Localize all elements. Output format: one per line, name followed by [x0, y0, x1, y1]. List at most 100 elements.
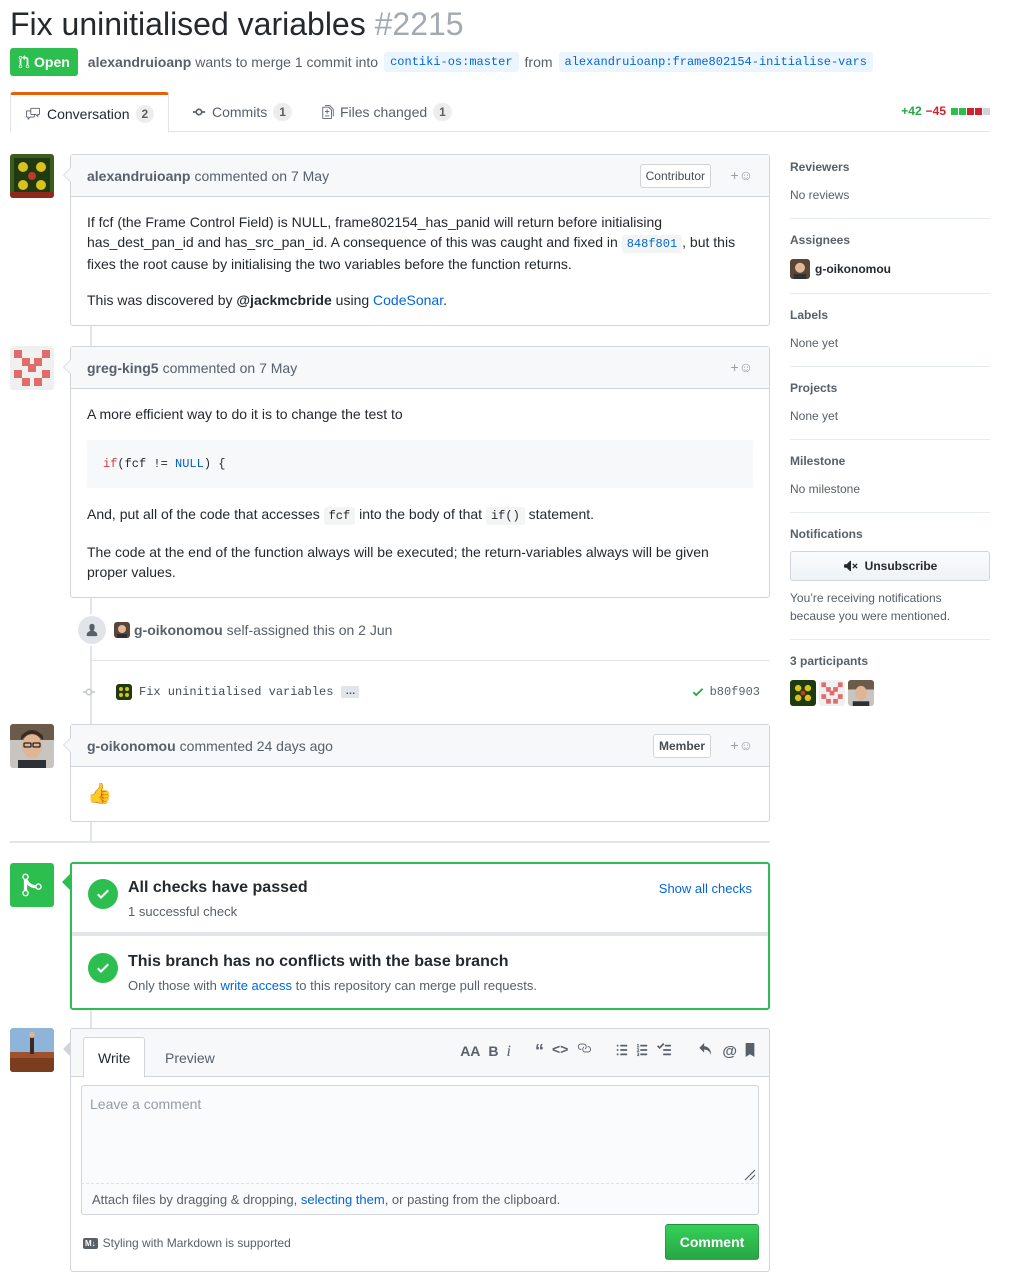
commit-sha[interactable]: b80f903	[710, 685, 760, 699]
user-mention[interactable]: @jackmcbride	[236, 292, 331, 308]
ordered-list-icon[interactable]	[636, 1043, 648, 1060]
bookmark-icon[interactable]	[745, 1043, 755, 1060]
comment-1: alexandruioanp commented on 7 May Contri…	[63, 154, 770, 326]
avatar-g-oikonomou-small[interactable]	[114, 622, 130, 638]
labels-heading[interactable]: Labels	[790, 308, 990, 322]
from-text: from	[524, 54, 553, 70]
attach-text: Attach files by dragging & dropping,	[92, 1191, 298, 1207]
milestone-heading[interactable]: Milestone	[790, 454, 990, 468]
mention-icon[interactable]: @	[722, 1043, 737, 1060]
pull-request-icon	[18, 55, 30, 69]
avatar-alexandruioanp[interactable]	[10, 154, 54, 198]
tab-write[interactable]: Write	[83, 1037, 146, 1078]
reviewers-heading[interactable]: Reviewers	[790, 160, 990, 174]
show-all-checks-link[interactable]: Show all checks	[659, 881, 752, 896]
text-size-icon[interactable]: AA	[460, 1043, 480, 1061]
write-access-link[interactable]: write access	[221, 978, 293, 993]
select-files-link[interactable]: selecting them	[301, 1192, 385, 1207]
tab-preview[interactable]: Preview	[151, 1037, 229, 1078]
comment-textarea[interactable]: Leave a comment	[81, 1085, 759, 1183]
participant-avatar[interactable]	[819, 680, 845, 706]
assign-event: g-oikonomou self-assigned this on 2 Jun	[76, 614, 392, 646]
timeline-rail	[90, 822, 92, 842]
pr-title: Fix uninitialised variables #2215	[10, 4, 464, 44]
add-reaction-icon[interactable]: +☺	[731, 737, 753, 753]
branch-status-subtitle: Only those with write access to this rep…	[128, 978, 537, 993]
checks-subtitle: 1 successful check	[128, 904, 238, 919]
assignee-item[interactable]: g-oikonomou	[790, 259, 990, 279]
pr-number: #2215	[374, 6, 464, 42]
comment-timestamp[interactable]: commented on 7 May	[163, 360, 298, 376]
code-icon[interactable]: <>	[552, 1041, 568, 1062]
merge-text: wants to merge 1 commit into	[195, 54, 379, 70]
base-branch[interactable]: contiki-os:master	[384, 52, 519, 72]
avatar-greg-king5[interactable]	[10, 346, 54, 390]
commit-expand-button[interactable]: …	[341, 686, 360, 698]
tab-commits-count: 1	[273, 103, 292, 121]
head-branch[interactable]: alexandruioanp:frame802154-initialise-va…	[558, 52, 873, 72]
person-icon	[76, 614, 108, 646]
avatar-g-oikonomou[interactable]	[10, 724, 54, 768]
comment-body: A more efficient way to do it is to chan…	[71, 389, 769, 597]
git-merge-icon	[10, 863, 54, 907]
assignees-heading[interactable]: Assignees	[790, 233, 990, 247]
commit-message[interactable]: Fix uninitialised variables	[139, 685, 333, 699]
checks-row: All checks have passed 1 successful chec…	[72, 864, 768, 936]
comment-author[interactable]: alexandruioanp	[87, 168, 190, 184]
tab-commits-label: Commits	[212, 104, 268, 120]
avatar-alexandruioanp-small[interactable]	[116, 684, 132, 700]
tab-conversation[interactable]: Conversation 2	[10, 92, 170, 133]
event-text: self-assigned this on 2 Jun	[226, 622, 393, 638]
comment-placeholder: Leave a comment	[90, 1096, 202, 1112]
task-list-icon[interactable]	[656, 1043, 672, 1060]
commit-icon	[192, 108, 206, 116]
event-user-link[interactable]: g-oikonomou	[134, 622, 223, 638]
pr-meta: Open alexandruioanp wants to merge 1 com…	[10, 48, 879, 76]
attach-dropzone[interactable]: Attach files by dragging & dropping, sel…	[81, 1183, 759, 1215]
sidebar-participants: 3 participants	[790, 654, 990, 720]
tab-files-changed[interactable]: Files changed 1	[308, 92, 466, 132]
pr-author-link[interactable]: alexandruioanp	[88, 54, 191, 70]
participant-avatar[interactable]	[848, 680, 874, 706]
comment-timestamp[interactable]: commented on 7 May	[194, 168, 329, 184]
resize-handle-icon[interactable]	[742, 1167, 756, 1181]
commit-sha-link[interactable]: 848f801	[621, 235, 683, 253]
commit-event: Fix uninitialised variables … b80f903	[82, 684, 770, 700]
bold-icon[interactable]: B	[488, 1043, 498, 1061]
unsubscribe-button[interactable]: Unsubscribe	[790, 551, 990, 581]
comment-author[interactable]: g-oikonomou	[87, 738, 176, 754]
unordered-list-icon[interactable]	[616, 1043, 628, 1060]
diffstat-blocks	[950, 104, 990, 118]
comment-text: And, put all of the code that accesses	[87, 506, 320, 522]
branch-sub-text: to this repository can merge pull reques…	[295, 978, 537, 993]
quote-icon[interactable]: “	[535, 1041, 544, 1062]
comment-author[interactable]: greg-king5	[87, 360, 159, 376]
check-circle-icon	[88, 953, 118, 983]
reviewers-value: No reviews	[790, 188, 850, 202]
participant-avatar[interactable]	[790, 680, 816, 706]
codesonar-link[interactable]: CodeSonar	[373, 292, 443, 308]
comment-submit-button[interactable]: Comment	[665, 1224, 759, 1260]
projects-value: None yet	[790, 409, 839, 423]
composer-tabs: Write Preview AA B i “ <> @	[71, 1029, 769, 1078]
sidebar-projects: Projects None yet	[790, 381, 990, 440]
tab-commits[interactable]: Commits 1	[178, 92, 306, 132]
role-badge: Member	[652, 734, 711, 758]
check-icon	[692, 688, 703, 697]
new-comment-form: Write Preview AA B i “ <> @ Leave a comm…	[63, 1028, 770, 1272]
markdown-note-text[interactable]: Styling with Markdown is supported	[103, 1236, 291, 1250]
add-reaction-icon[interactable]: +☺	[731, 167, 753, 183]
link-icon[interactable]	[576, 1041, 592, 1062]
comment-header: g-oikonomou commented 24 days ago Member…	[71, 725, 769, 767]
projects-heading[interactable]: Projects	[790, 381, 990, 395]
tab-conversation-count: 2	[135, 104, 155, 123]
mute-icon	[843, 560, 858, 572]
comment-timestamp[interactable]: commented 24 days ago	[180, 738, 333, 754]
code-block: if(fcf != NULL) {	[87, 440, 753, 488]
comment-text: The code at the end of the function alwa…	[87, 544, 709, 580]
reply-icon[interactable]	[696, 1043, 714, 1060]
italic-icon[interactable]: i	[507, 1043, 511, 1061]
add-reaction-icon[interactable]: +☺	[731, 359, 753, 375]
avatar-current-user[interactable]	[10, 1028, 54, 1072]
thumbs-up-emoji: 👍	[87, 783, 112, 805]
